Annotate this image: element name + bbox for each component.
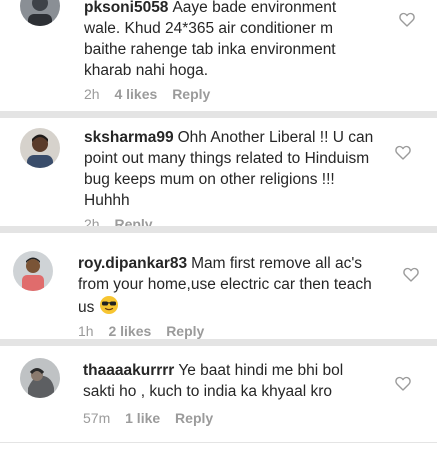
comment-text-block: sksharma99 Ohh Another Liberal !! U can p…	[84, 127, 374, 211]
comment-likes[interactable]: 2 likes	[108, 323, 151, 339]
comment-time: 1h	[78, 323, 94, 339]
comment-meta: 1h 2 likes Reply	[78, 323, 215, 339]
comment-item: pksoni5058 Aaye bade environment wale. Kh…	[0, 0, 437, 111]
comment-text-block: roy.dipankar83 Mam first remove all ac's …	[78, 253, 378, 321]
heart-outline-icon[interactable]	[395, 376, 411, 391]
reply-button[interactable]: Reply	[166, 323, 204, 339]
comment-meta: 57m 1 like Reply	[83, 410, 224, 426]
comment-likes[interactable]: 1 like	[125, 410, 160, 426]
comment-username[interactable]: roy.dipankar83	[78, 255, 187, 272]
reply-button[interactable]: Reply	[114, 216, 152, 226]
comment-likes[interactable]: 4 likes	[114, 86, 157, 102]
avatar[interactable]	[20, 0, 60, 26]
comment-meta: 2h Reply	[84, 216, 164, 226]
heart-outline-icon[interactable]	[399, 12, 415, 27]
comment-item: thaaaakurrrr Ye baat hindi me bhi bol sak…	[0, 346, 437, 442]
comment-username[interactable]: thaaaakurrrr	[83, 362, 174, 379]
comment-text-block: thaaaakurrrr Ye baat hindi me bhi bol sak…	[83, 360, 373, 402]
avatar[interactable]	[20, 358, 60, 398]
next-comment-edge	[0, 443, 437, 450]
comment-time: 2h	[84, 86, 100, 102]
reply-button[interactable]: Reply	[172, 86, 210, 102]
comment-username[interactable]: sksharma99	[84, 129, 174, 146]
heart-outline-icon[interactable]	[395, 145, 411, 160]
comment-text-block: pksoni5058 Aaye bade environment wale. Kh…	[84, 0, 374, 81]
heart-outline-icon[interactable]	[403, 267, 419, 282]
sunglasses-emoji-icon	[99, 295, 119, 321]
comment-time: 57m	[83, 410, 111, 426]
comment-item: sksharma99 Ohh Another Liberal !! U can p…	[0, 118, 437, 226]
comment-time: 2h	[84, 216, 100, 226]
reply-button[interactable]: Reply	[175, 410, 213, 426]
avatar[interactable]	[20, 128, 60, 168]
comment-meta: 2h 4 likes Reply	[84, 86, 221, 102]
avatar[interactable]	[13, 251, 53, 291]
comment-item: roy.dipankar83 Mam first remove all ac's …	[0, 233, 437, 339]
comment-username[interactable]: pksoni5058	[84, 0, 168, 16]
